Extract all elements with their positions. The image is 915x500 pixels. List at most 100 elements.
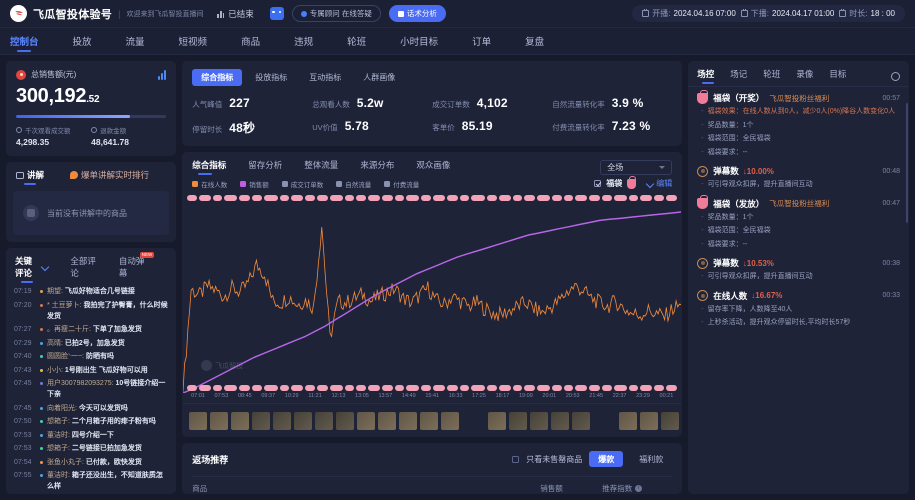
fudai-marker[interactable] [280,195,290,201]
nav-item-4[interactable]: 商品 [241,28,260,55]
fudai-marker[interactable] [395,195,405,201]
fudai-marker[interactable] [187,195,198,201]
fudai-marker[interactable] [654,195,665,201]
fudai-marker[interactable] [224,195,238,201]
fudai-marker[interactable] [421,195,432,201]
legend-item-4[interactable]: 付费流量 [384,179,419,189]
fudai-marker[interactable] [487,195,498,201]
fudai-marker[interactable] [524,385,536,391]
chart-tab-3[interactable]: 来源分布 [360,159,394,175]
monitor-tab-1[interactable]: 场记 [730,68,747,84]
fudai-marker[interactable] [460,385,470,391]
fudai-marker[interactable] [629,385,639,391]
fudai-marker[interactable] [537,385,551,391]
nav-item-6[interactable]: 轮班 [347,28,366,55]
monitor-event-list[interactable]: 福袋（开奖） 飞瓜智投粉丝福利 00:57- 福袋效果：在线人数从到0人，减少0人(0… [688,86,909,494]
fudai-marker[interactable] [239,195,251,201]
monitor-tab-2[interactable]: 轮班 [763,68,780,84]
fudai-marker[interactable] [499,195,512,201]
nav-item-8[interactable]: 订单 [472,28,491,55]
fudai-marker[interactable] [640,195,653,201]
fudai-marker[interactable] [513,385,523,391]
comment-tab-2[interactable]: 自动弹幕 NEW [119,252,155,283]
fudai-marker[interactable] [513,195,523,201]
fudai-marker[interactable] [291,385,304,391]
gear-icon[interactable] [891,71,900,81]
legend-item-0[interactable]: 在线人数 [192,179,227,189]
fudai-marker[interactable] [447,195,459,201]
fudai-marker[interactable] [602,195,613,201]
tab-explain[interactable]: 讲解 [16,169,44,185]
legend-item-1[interactable]: 销售额 [240,179,269,189]
fudai-marker[interactable] [224,385,238,391]
fudai-marker[interactable] [471,385,486,391]
product-thumbnail[interactable] [640,411,659,430]
fudai-marker[interactable] [654,385,665,391]
fudai-marker[interactable] [382,195,394,201]
fudai-marker[interactable] [564,195,574,201]
fudai-marker[interactable] [252,195,263,201]
fudai-marker[interactable] [433,385,446,391]
fudai-marker[interactable] [614,385,628,391]
fudai-marker[interactable] [345,385,355,391]
nav-item-1[interactable]: 投放 [73,28,92,55]
monitor-scrollbar[interactable] [906,103,908,223]
fudai-marker[interactable] [395,385,405,391]
monitor-tab-4[interactable]: 目标 [829,68,846,84]
edit-button[interactable]: 编辑 [646,178,672,189]
hot-filter-button[interactable]: 爆款 [589,451,624,467]
product-thumbnail-strip[interactable] [183,403,682,437]
chart-tab-2[interactable]: 整体流量 [304,159,338,175]
comment-tab-0[interactable]: 关键评论 [15,255,50,283]
product-thumbnail[interactable] [488,411,507,430]
fudai-marker[interactable] [666,195,678,201]
nav-item-9[interactable]: 复盘 [525,28,544,55]
fudai-marker[interactable] [356,195,367,201]
monitor-tab-0[interactable]: 场控 [697,68,715,84]
product-thumbnail[interactable] [420,411,439,430]
nav-item-7[interactable]: 小时目标 [400,28,438,55]
fudai-marker[interactable] [602,385,613,391]
legend-item-3[interactable]: 自然流量 [336,179,371,189]
fudai-marker[interactable] [575,385,588,391]
fudai-checkbox[interactable] [594,180,602,187]
monitor-tab-3[interactable]: 录像 [796,68,813,84]
product-thumbnail[interactable] [572,411,591,430]
fudai-marker[interactable] [499,385,512,391]
fudai-marker[interactable] [239,385,251,391]
chart-tab-4[interactable]: 观众画像 [416,159,450,175]
product-thumbnail[interactable] [551,411,570,430]
fudai-marker[interactable] [524,195,536,201]
fudai-marker[interactable] [264,195,279,201]
product-thumbnail[interactable] [231,411,250,430]
fudai-marker[interactable] [187,385,198,391]
trend-chart-icon[interactable] [157,69,167,80]
fudai-marker[interactable] [199,195,212,201]
fudai-marker[interactable] [589,195,601,201]
product-thumbnail[interactable] [252,411,271,430]
fudai-marker[interactable] [213,195,223,201]
welfare-filter-button[interactable]: 福利款 [630,451,672,467]
fudai-marker[interactable] [471,195,486,201]
product-thumbnail[interactable] [530,411,549,430]
legend-item-2[interactable]: 成交订单数 [281,179,323,189]
fudai-marker[interactable] [487,385,498,391]
product-thumbnail[interactable] [273,411,292,430]
fudai-marker[interactable] [447,385,459,391]
fudai-marker[interactable] [589,385,601,391]
kpi-tab-2[interactable]: 互动指标 [300,69,350,86]
product-thumbnail[interactable] [336,411,355,430]
fudai-marker[interactable] [460,195,470,201]
fudai-marker[interactable] [330,385,344,391]
fudai-marker[interactable] [305,195,316,201]
fudai-marker[interactable] [264,385,279,391]
product-thumbnail[interactable] [210,411,229,430]
chart-tab-0[interactable]: 综合指标 [192,159,226,175]
fudai-marker[interactable] [575,195,588,201]
fudai-marker[interactable] [280,385,290,391]
kpi-tab-0[interactable]: 综合指标 [192,69,243,86]
scope-select[interactable]: 全场 [600,159,673,175]
fudai-marker[interactable] [406,195,420,201]
product-thumbnail[interactable] [315,411,334,430]
comment-list[interactable]: 07:19 期望: 飞瓜好物适合几号链接 07:20 * 土豆萝卜: 我拍完了护臀膏，… [6,283,176,494]
